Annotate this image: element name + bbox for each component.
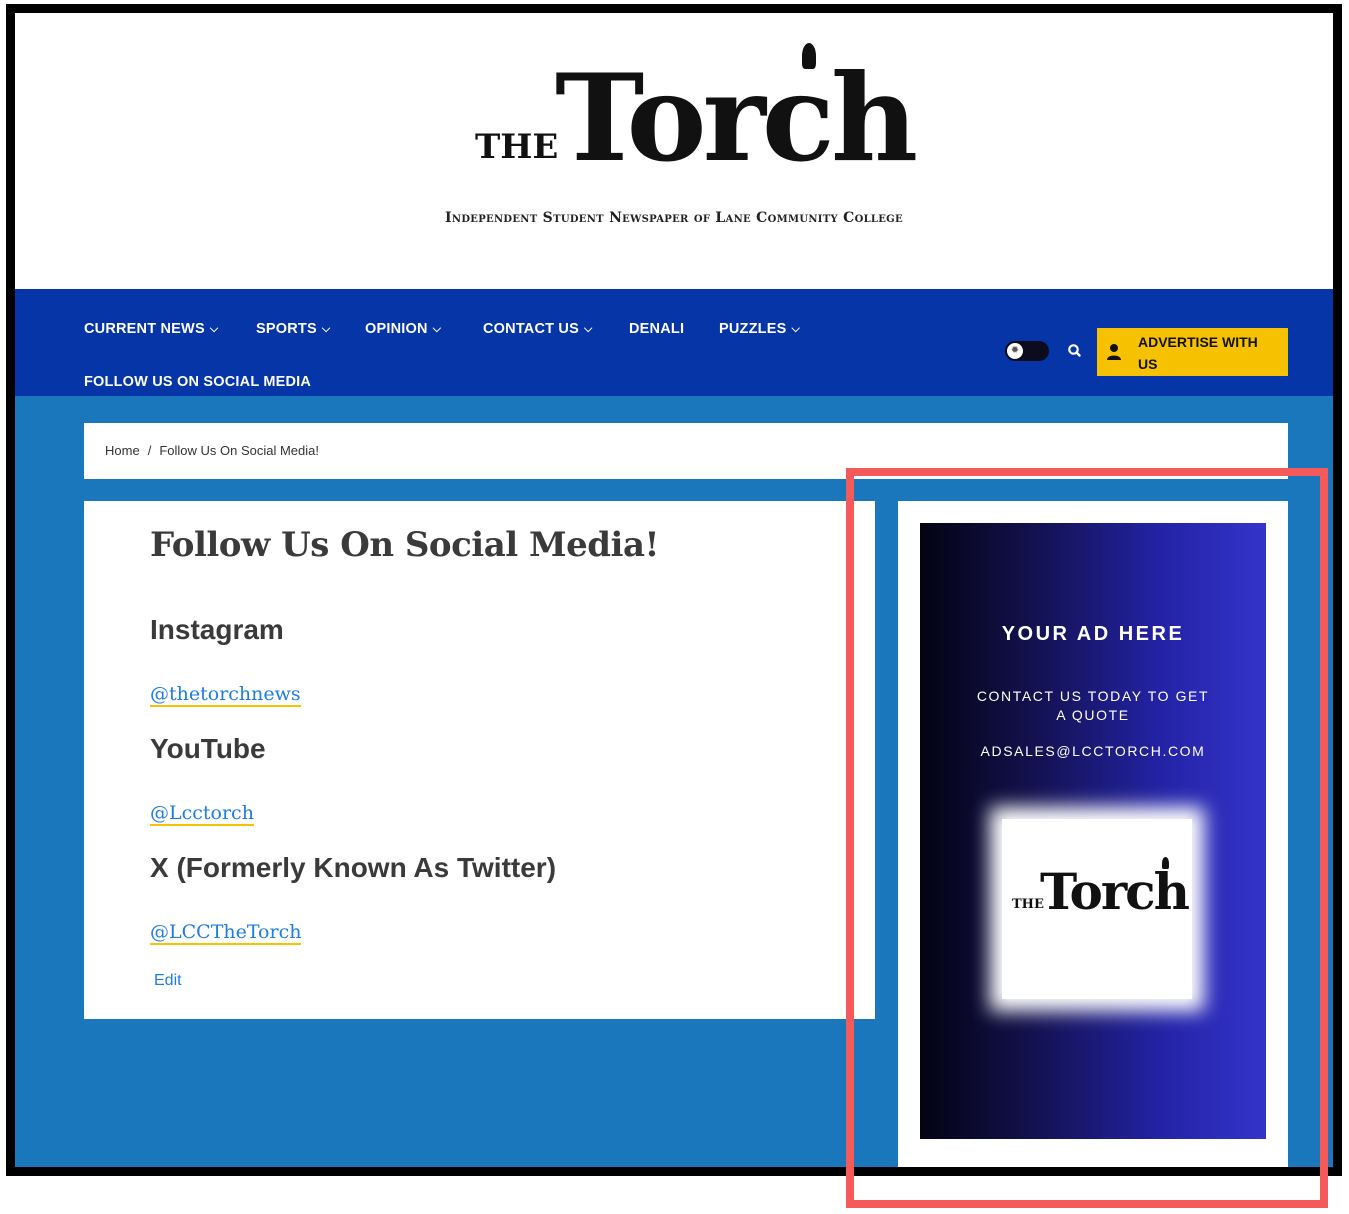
advertise-label: ADVERTISE WITH US (1138, 334, 1258, 372)
ad-email: ADSALES@LCCTORCH.COM (980, 743, 1206, 759)
breadcrumb-home-link[interactable]: Home (105, 443, 140, 458)
ad-logo-torch-text: Torch (1040, 862, 1190, 921)
x-twitter-link[interactable]: @LCCTheTorch (150, 921, 302, 945)
nav-item-opinion[interactable]: OPINION ⌵ (365, 321, 441, 337)
breadcrumb-current: Follow Us On Social Media! (159, 443, 319, 458)
chevron-down-icon: ⌵ (583, 323, 593, 335)
search-button[interactable] (1065, 341, 1085, 361)
nav-item-label: FOLLOW US ON SOCIAL MEDIA (84, 374, 312, 390)
user-icon (1107, 344, 1121, 360)
nav-item-label: SPORTS (256, 321, 317, 337)
breadcrumb: Home / Follow Us On Social Media! (84, 423, 1288, 479)
main-navigation: CURRENT NEWS ⌵ SPORTS ⌵ OPINION ⌵ CONTACT U… (15, 289, 1333, 403)
instagram-link[interactable]: @thetorchnews (150, 683, 301, 707)
torch-flame-icon (1162, 857, 1169, 869)
logo-torch-text: Torch (555, 48, 918, 189)
youtube-heading: YouTube (150, 733, 266, 764)
site-tagline: Independent Student Newspaper of Lane Co… (445, 210, 903, 226)
nav-item-label: OPINION (365, 321, 428, 337)
nav-item-label: PUZZLES (719, 321, 787, 337)
nav-item-label: DENALI (629, 321, 685, 337)
edit-link[interactable]: Edit (154, 972, 182, 990)
advertise-button[interactable]: ADVERTISE WITH US (1097, 328, 1288, 376)
breadcrumb-separator: / (147, 443, 152, 458)
nav-item-sports[interactable]: SPORTS ⌵ (256, 321, 330, 337)
theme-toggle[interactable]: ✹ (1005, 341, 1049, 361)
chevron-down-icon: ⌵ (321, 323, 331, 335)
ad-logo: THE Torch (1002, 819, 1192, 999)
nav-item-follow-us-active[interactable]: FOLLOW US ON SOCIAL MEDIA (84, 374, 312, 403)
chevron-down-icon: ⌵ (791, 323, 801, 335)
page-title: Follow Us On Social Media! (150, 525, 659, 565)
sun-icon: ✹ (1007, 343, 1023, 359)
logo-the-text: THE (475, 127, 559, 167)
search-icon (1068, 344, 1081, 357)
x-twitter-heading: X (Formerly Known As Twitter) (150, 852, 557, 883)
nav-item-label: CONTACT US (483, 321, 579, 337)
ad-title: YOUR AD HERE (1001, 623, 1185, 645)
nav-item-label: CURRENT NEWS (84, 321, 205, 337)
nav-item-current-news[interactable]: CURRENT NEWS ⌵ (84, 321, 218, 337)
youtube-link[interactable]: @Lcctorch (150, 802, 254, 826)
chevron-down-icon: ⌵ (209, 323, 219, 335)
torch-flame-icon (802, 43, 816, 69)
nav-item-denali[interactable]: DENALI (629, 321, 684, 337)
article-card: Follow Us On Social Media! Instagram @th… (84, 501, 875, 1019)
chevron-down-icon: ⌵ (432, 323, 442, 335)
ad-subtitle: CONTACT US TODAY TO GET A QUOTE (976, 688, 1210, 723)
instagram-heading: Instagram (150, 614, 284, 645)
advertisement-banner[interactable]: YOUR AD HERE CONTACT US TODAY TO GET A Q… (920, 523, 1266, 1139)
masthead: THE Torch Independent Student Newspaper … (15, 13, 1333, 289)
nav-item-contact-us[interactable]: CONTACT US ⌵ (483, 321, 593, 337)
browser-frame: THE Torch Independent Student Newspaper … (6, 4, 1342, 1176)
sidebar-ad-card: YOUR AD HERE CONTACT US TODAY TO GET A Q… (898, 501, 1288, 1167)
nav-item-puzzles[interactable]: PUZZLES ⌵ (719, 321, 800, 337)
site-logo[interactable]: THE Torch (475, 43, 918, 209)
